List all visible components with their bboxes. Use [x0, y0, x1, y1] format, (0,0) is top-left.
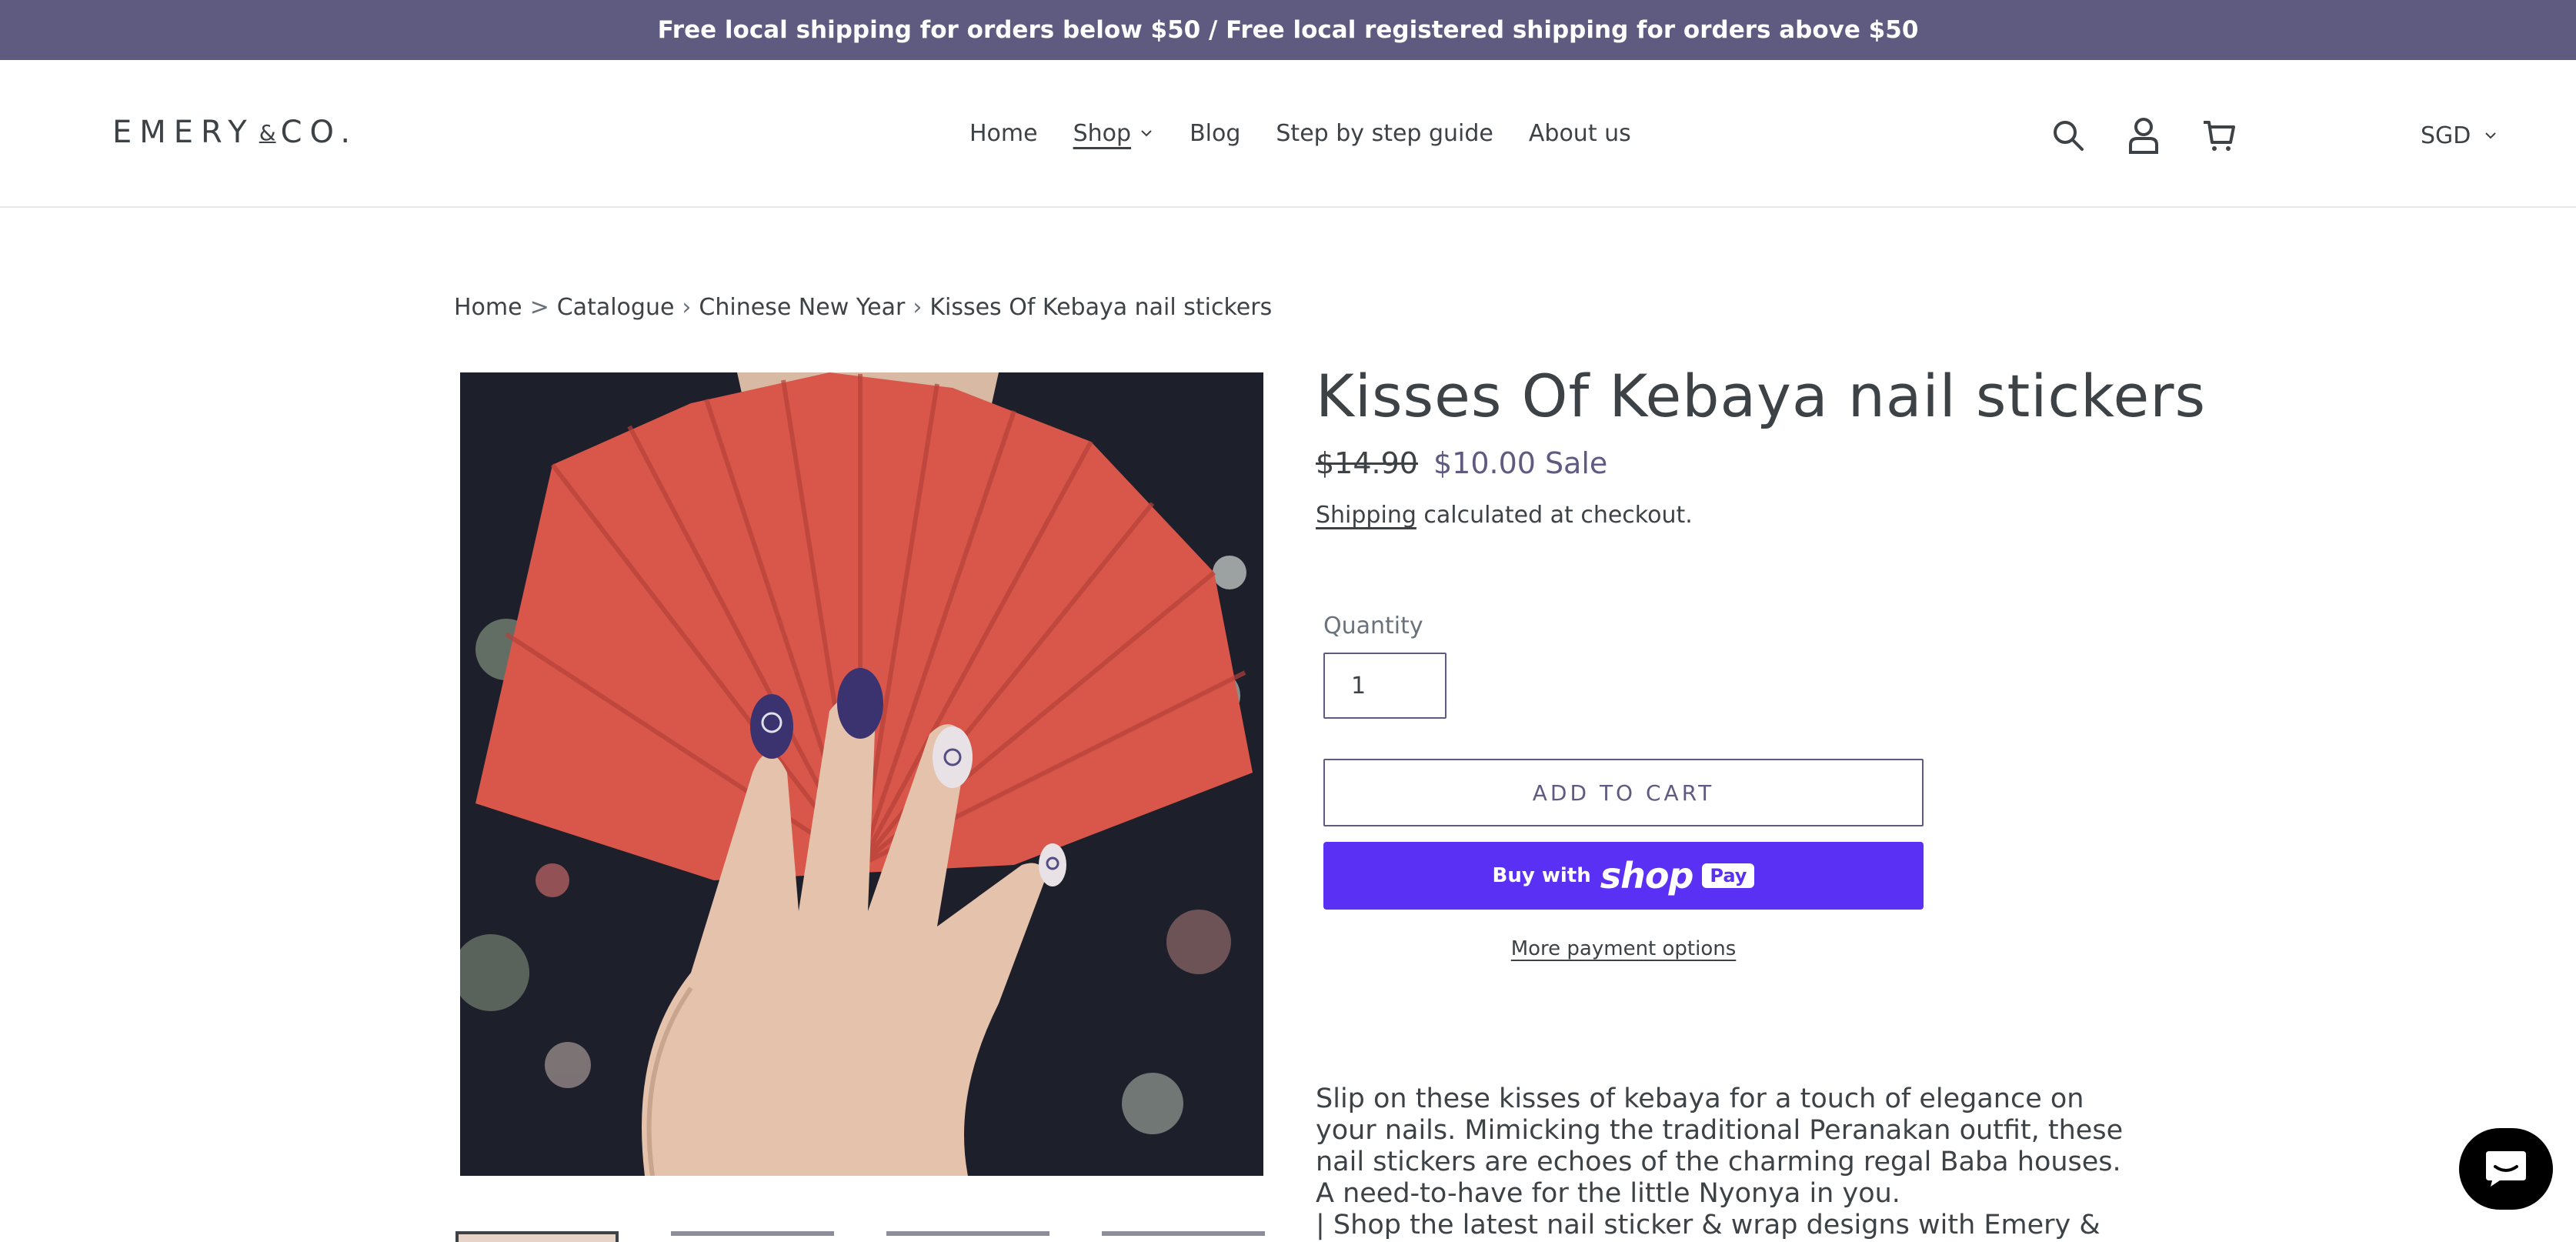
cart-button[interactable] [2197, 114, 2241, 157]
nav-item-blog[interactable]: Blog [1190, 120, 1240, 147]
logo-amp: & [259, 119, 276, 145]
account-icon [2129, 118, 2158, 154]
breadcrumb-separator: > [529, 294, 549, 321]
shipping-note: Shipping calculated at checkout. [1316, 502, 1693, 529]
shop-pay-badge: Pay [1702, 863, 1755, 888]
nav-label-about: About us [1528, 119, 1631, 147]
logo[interactable]: EMERY & CO. [112, 112, 358, 152]
thumbnail-3[interactable] [886, 1231, 1049, 1242]
chevron-down-icon [2485, 132, 2497, 139]
header-icons [2047, 114, 2241, 157]
nav-item-home[interactable]: Home [969, 120, 1038, 147]
shipping-link[interactable]: Shipping [1316, 502, 1416, 529]
site-header: EMERY & CO. Home Shop Blog Step by step … [0, 60, 2576, 208]
product-title: Kisses Of Kebaya nail stickers [1316, 362, 2207, 430]
thumbnail-2[interactable] [671, 1231, 834, 1242]
nav-label-home: Home [969, 119, 1038, 147]
description-paragraph: | Shop the latest nail sticker & wrap de… [1316, 1210, 2101, 1242]
description-paragraph: Slip on these kisses of kebaya for a tou… [1316, 1083, 2124, 1209]
breadcrumb-current: Kisses Of Kebaya nail stickers [929, 294, 1273, 321]
search-button[interactable] [2047, 114, 2090, 157]
price-row: $14.90 $10.00 Sale [1316, 446, 1607, 480]
shop-pay-brand: shop [1600, 855, 1694, 896]
shop-pay-button[interactable]: Buy with shop Pay [1323, 842, 1924, 910]
product-image[interactable] [460, 372, 1263, 1176]
add-to-cart-button[interactable]: ADD TO CART [1323, 759, 1924, 826]
account-button[interactable] [2122, 114, 2165, 157]
currency-selector[interactable]: SGD [2421, 119, 2498, 152]
product-photo-illustration [460, 372, 1263, 1176]
price-sale: $10.00 [1433, 446, 1536, 480]
search-icon [2054, 121, 2084, 151]
nav-item-guide[interactable]: Step by step guide [1276, 120, 1493, 147]
breadcrumb: Home > Catalogue › Chinese New Year › Ki… [454, 294, 1272, 321]
main-nav: Home Shop Blog Step by step guide About … [969, 114, 1631, 152]
cart-icon [2204, 121, 2235, 151]
sale-label: Sale [1544, 446, 1608, 480]
announcement-bar: Free local shipping for orders below $50… [0, 0, 2576, 60]
more-payment-options-link[interactable]: More payment options [1323, 937, 1924, 960]
chevron-down-icon [1141, 130, 1152, 137]
logo-main: EMERY [112, 115, 255, 150]
nav-item-about[interactable]: About us [1529, 120, 1631, 147]
nav-label-blog: Blog [1190, 119, 1241, 147]
chat-button[interactable] [2459, 1128, 2553, 1210]
currency-label: SGD [2421, 122, 2471, 149]
chat-icon [2486, 1151, 2526, 1187]
price-original: $14.90 [1316, 446, 1418, 480]
thumbnail-4[interactable] [1102, 1231, 1265, 1242]
breadcrumb-catalogue[interactable]: Catalogue [557, 294, 675, 321]
breadcrumb-collection[interactable]: Chinese New Year [699, 294, 905, 321]
shop-pay-buy-with: Buy with [1492, 864, 1591, 887]
thumbnail-1[interactable] [455, 1231, 619, 1242]
product-description: Slip on these kisses of kebaya for a tou… [1316, 1083, 2131, 1242]
breadcrumb-separator: › [913, 294, 923, 321]
nav-label-guide: Step by step guide [1276, 119, 1493, 147]
logo-end: CO. [280, 115, 359, 150]
thumbnail-strip [455, 1231, 1265, 1242]
announcement-text: Free local shipping for orders below $50… [657, 16, 1919, 44]
quantity-input[interactable] [1323, 653, 1446, 719]
shipping-text: calculated at checkout. [1416, 502, 1693, 529]
breadcrumb-separator: › [682, 294, 692, 321]
quantity-label: Quantity [1323, 613, 1423, 639]
nav-label-shop: Shop [1073, 119, 1132, 147]
nav-item-shop[interactable]: Shop [1073, 120, 1154, 147]
breadcrumb-home[interactable]: Home [454, 294, 522, 321]
